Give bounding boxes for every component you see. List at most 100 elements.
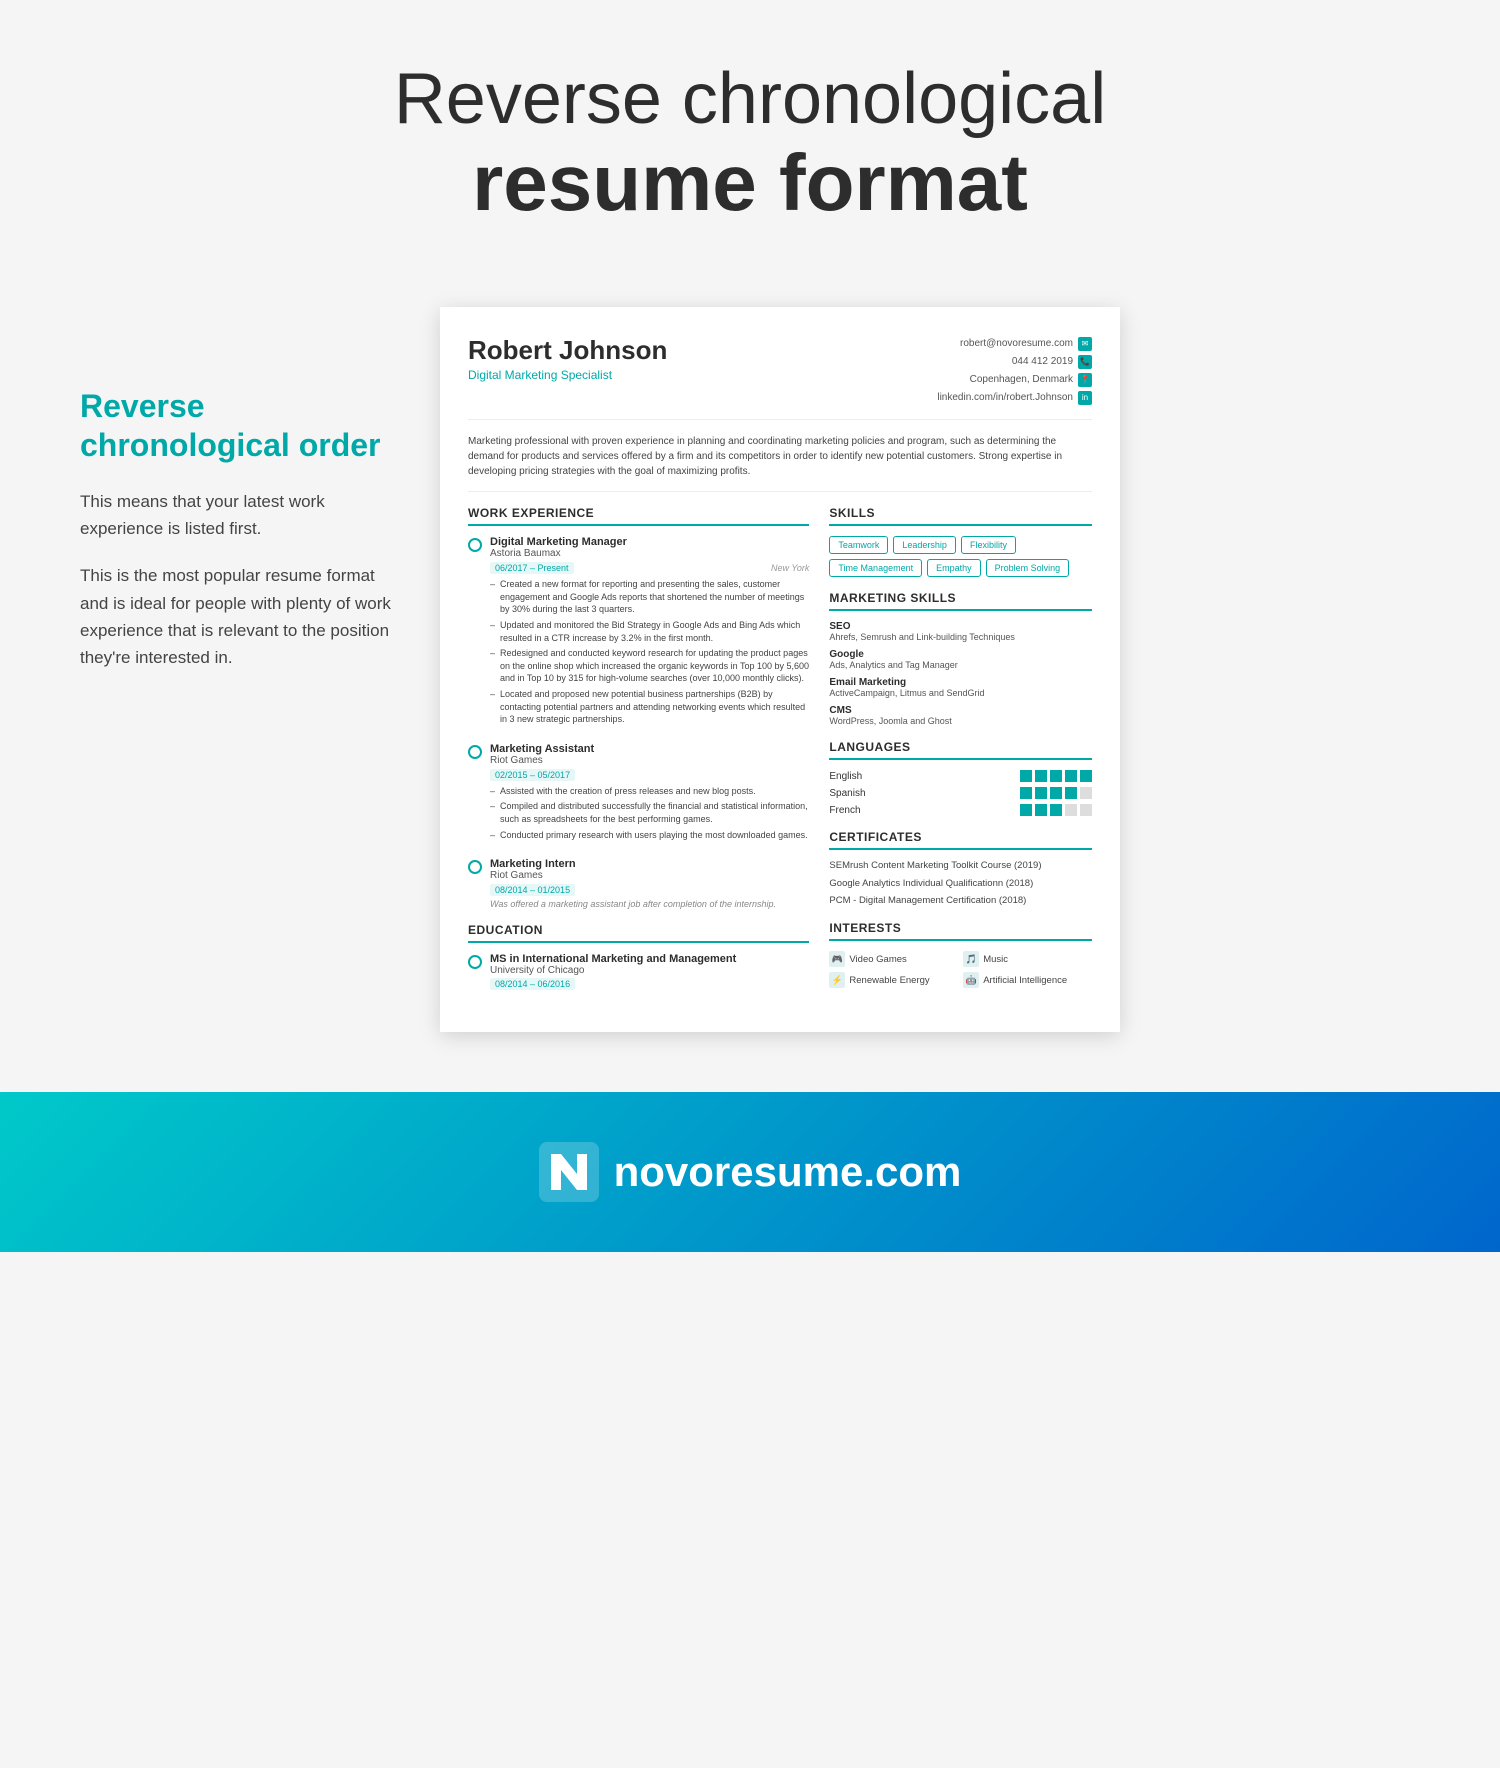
skills-title: SKILLS — [829, 506, 1092, 526]
phone-icon: 📞 — [1078, 355, 1092, 369]
logo-text: novoresume.com — [614, 1148, 962, 1196]
interest-name: Music — [983, 954, 1008, 965]
marketing-skills-title: MARKETING SKILLS — [829, 591, 1092, 611]
job-italic-3: Was offered a marketing assistant job af… — [490, 899, 809, 909]
mkt-skill-desc: Ads, Analytics and Tag Manager — [829, 660, 1092, 670]
interest-icon: ⚡ — [829, 972, 845, 988]
job-dates-row-2: 02/2015 – 05/2017 — [490, 769, 809, 781]
mkt-skill-desc: ActiveCampaign, Litmus and SendGrid — [829, 688, 1092, 698]
interest-icon: 🎵 — [963, 951, 979, 967]
left-title: Reverse chronological order — [80, 387, 400, 464]
contact-location-text: Copenhagen, Denmark — [970, 371, 1073, 389]
job-dates-2: 02/2015 – 05/2017 — [490, 769, 575, 781]
linkedin-icon: in — [1078, 391, 1092, 405]
resume-card: Robert Johnson Digital Marketing Special… — [440, 307, 1120, 1032]
education-section: EDUCATION MS in International Marketing … — [468, 923, 809, 990]
contact-phone-row: 044 412 2019 📞 — [937, 353, 1092, 371]
skill-tag: Teamwork — [829, 536, 888, 554]
lang-dot — [1065, 787, 1077, 799]
job-content-1: Digital Marketing Manager Astoria Baumax… — [490, 536, 809, 729]
interest-item: 🎮Video Games — [829, 951, 958, 967]
left-panel: Reverse chronological order This means t… — [80, 307, 400, 691]
lang-dots — [1020, 804, 1092, 816]
languages-section: LANGUAGES English Spanish French — [829, 740, 1092, 816]
contact-email-row: robert@novoresume.com ✉ — [937, 335, 1092, 353]
certificate-item: SEMrush Content Marketing Toolkit Course… — [829, 860, 1092, 872]
skill-tag: Empathy — [927, 559, 981, 577]
marketing-skill-item: Email MarketingActiveCampaign, Litmus an… — [829, 677, 1092, 698]
edu-degree-1: MS in International Marketing and Manage… — [490, 953, 736, 965]
edu-entry-1: MS in International Marketing and Manage… — [468, 953, 809, 990]
interests-section: INTERESTS 🎮Video Games🎵Music⚡Renewable E… — [829, 921, 1092, 988]
language-row: Spanish — [829, 787, 1092, 799]
interest-item: 🤖 Artificial Intelligence — [963, 972, 1092, 988]
bullet-1-2: Updated and monitored the Bid Strategy i… — [490, 619, 809, 644]
job-content-3: Marketing Intern Riot Games 08/2014 – 01… — [490, 858, 809, 909]
mkt-skill-name: Email Marketing — [829, 677, 1092, 688]
marketing-skill-item: SEOAhrefs, Semrush and Link-building Tec… — [829, 621, 1092, 642]
interest-name: Artificial Intelligence — [983, 975, 1067, 986]
bullet-2-1: Assisted with the creation of press rele… — [490, 785, 809, 798]
lang-dot — [1050, 770, 1062, 782]
job-dates-3: 08/2014 – 01/2015 — [490, 884, 575, 896]
marketing-skills-section: MARKETING SKILLS SEOAhrefs, Semrush and … — [829, 591, 1092, 726]
header-section: Reverse chronological resume format — [0, 0, 1500, 267]
lang-dot — [1065, 804, 1077, 816]
lang-name: English — [829, 771, 879, 782]
job-dates-1: 06/2017 – Present — [490, 562, 574, 574]
lang-dot — [1080, 787, 1092, 799]
work-experience-title: WORK EXPERIENCE — [468, 506, 809, 526]
marketing-skills-list: SEOAhrefs, Semrush and Link-building Tec… — [829, 621, 1092, 726]
skill-tag: Problem Solving — [986, 559, 1070, 577]
left-desc-1: This means that your latest work experie… — [80, 488, 400, 542]
lang-dot — [1035, 787, 1047, 799]
languages-title: LANGUAGES — [829, 740, 1092, 760]
job-title-3: Marketing Intern — [490, 858, 809, 870]
mkt-skill-name: SEO — [829, 621, 1092, 632]
location-icon: 📍 — [1078, 373, 1092, 387]
contact-linkedin-row: linkedin.com/in/robert.Johnson in — [937, 389, 1092, 407]
bullet-1-3: Redesigned and conducted keyword researc… — [490, 647, 809, 685]
interests-list: 🎮Video Games 🎵 Music ⚡ Renewable Energy 🤖 Arti… — [829, 951, 1092, 988]
resume-right-col: SKILLS TeamworkLeadershipFlexibilityTime… — [829, 506, 1092, 1004]
contact-location-row: Copenhagen, Denmark 📍 — [937, 371, 1092, 389]
lang-dots — [1020, 787, 1092, 799]
certificate-item: PCM - Digital Management Certification (… — [829, 895, 1092, 907]
skill-tag: Flexibility — [961, 536, 1016, 554]
logo-n-svg — [539, 1142, 599, 1202]
edu-dot-1 — [468, 955, 482, 969]
interest-name: Renewable Energy — [849, 975, 929, 986]
certificate-item: Google Analytics Individual Qualificatio… — [829, 878, 1092, 890]
job-entry-2: Marketing Assistant Riot Games 02/2015 –… — [468, 743, 809, 844]
interest-item: ⚡ Renewable Energy — [829, 972, 958, 988]
resume-summary: Marketing professional with proven exper… — [468, 434, 1092, 492]
certificates-title: CERTIFICATES — [829, 830, 1092, 850]
lang-dot — [1080, 804, 1092, 816]
job-dot-3 — [468, 860, 482, 874]
lang-dot — [1080, 770, 1092, 782]
lang-dot — [1050, 804, 1062, 816]
education-title: EDUCATION — [468, 923, 809, 943]
job-company-1: Astoria Baumax — [490, 548, 809, 559]
job-dot-1 — [468, 538, 482, 552]
edu-dates-1: 08/2014 – 06/2016 — [490, 978, 575, 990]
job-location-1: New York — [771, 563, 809, 573]
header-line2: resume format — [40, 139, 1460, 227]
lang-dot — [1050, 787, 1062, 799]
languages-list: English Spanish French — [829, 770, 1092, 816]
lang-dot — [1020, 770, 1032, 782]
job-content-2: Marketing Assistant Riot Games 02/2015 –… — [490, 743, 809, 844]
language-row: French — [829, 804, 1092, 816]
marketing-skill-item: GoogleAds, Analytics and Tag Manager — [829, 649, 1092, 670]
resume-body: WORK EXPERIENCE Digital Marketing Manage… — [468, 506, 1092, 1004]
main-content: Reverse chronological order This means t… — [0, 267, 1500, 1072]
interest-item: 🎵 Music — [963, 951, 1092, 967]
bullet-2-3: Conducted primary research with users pl… — [490, 829, 809, 842]
skills-section: SKILLS TeamworkLeadershipFlexibilityTime… — [829, 506, 1092, 577]
lang-dot — [1035, 804, 1047, 816]
skill-tag: Time Management — [829, 559, 922, 577]
edu-school-1: University of Chicago — [490, 965, 736, 976]
job-company-2: Riot Games — [490, 755, 809, 766]
contact-linkedin-text: linkedin.com/in/robert.Johnson — [937, 389, 1073, 407]
interest-icon: 🤖 — [963, 972, 979, 988]
